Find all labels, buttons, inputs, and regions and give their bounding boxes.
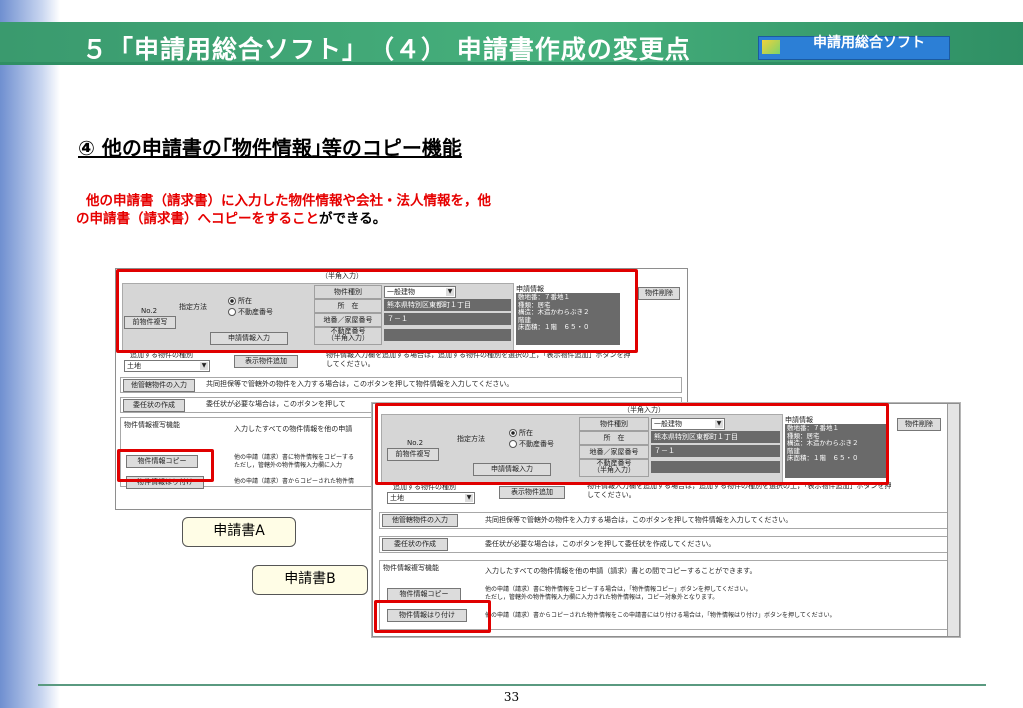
mandate-button[interactable]: 委任状の作成 (123, 399, 185, 412)
paste-help: 他の申請（請求）書からコピーされた物件情報をこの申請書にはり付ける場合は，「物件… (485, 612, 836, 619)
description-red-line2: の申請書（請求書）へコピーをすること (76, 211, 319, 227)
application-b-label: 申請書B (252, 565, 368, 595)
slide-title: ５「申請用総合ソフト」 （４） 申請書作成の変更点 (82, 35, 691, 64)
show-add-button[interactable]: 表示物件追加 (234, 355, 298, 368)
delete-property-button[interactable]: 物件削除 (638, 287, 680, 300)
other-help: 共同担保等で管轄外の物件を入力する場合は，このボタンを押して物件情報を入力してく… (206, 380, 514, 388)
copy-sub-line2: ただし，管轄外の物件情報入力欄に入力 (234, 462, 343, 469)
add-help-line2: してください。 (587, 491, 636, 499)
mandate-help: 委任状が必要な場合は，このボタンを押して委任状を作成してください。 (485, 540, 716, 548)
highlight-copy-button (117, 449, 214, 482)
mandate-button[interactable]: 委任状の作成 (382, 538, 448, 551)
other-help: 共同担保等で管轄外の物件を入力する場合は，このボタンを押して物件情報を入力してく… (485, 516, 793, 524)
footer-line (38, 684, 986, 686)
add-kind-select[interactable]: 土地 ▼ (387, 492, 475, 504)
copy-help: 入力したすべての物件情報を他の申請（請求）書との間でコピーすることができます。 (485, 567, 757, 575)
vertical-scrollbar[interactable] (947, 404, 959, 636)
description: 他の申請書（請求書）に入力した物件情報や会社・法人情報を，他 の申請書（請求書）… (76, 192, 616, 228)
add-kind-select[interactable]: 土地 ▼ (124, 360, 210, 372)
highlight-property-info-a (116, 269, 638, 353)
logo-mark-icon (762, 40, 780, 54)
highlight-property-info-b (375, 403, 889, 485)
copy-sub-line2: ただし，管轄外の物件情報入力欄に入力された物件情報は，コピー対象外となります。 (485, 594, 719, 601)
mandate-help: 委任状が必要な場合は，このボタンを押して (206, 400, 346, 408)
logo-badge: 申請用総合ソフト (758, 36, 950, 60)
chevron-down-icon: ▼ (465, 494, 473, 502)
description-line2: の申請書（請求書）へコピーをすることができる。 (76, 210, 616, 228)
description-tail: ができる。 (319, 211, 387, 227)
add-kind-value: 土地 (127, 362, 141, 370)
page-number: 33 (503, 690, 520, 704)
left-gradient-strip (0, 0, 60, 708)
other-jurisdiction-button[interactable]: 他管轄物件の入力 (123, 379, 195, 392)
delete-property-button[interactable]: 物件削除 (897, 418, 941, 431)
copy-section-label: 物件情報複写機能 (124, 421, 180, 429)
copy-section-label: 物件情報複写機能 (383, 564, 439, 572)
other-jurisdiction-button[interactable]: 他管轄物件の入力 (382, 514, 458, 527)
show-add-button[interactable]: 表示物件追加 (499, 486, 565, 499)
highlight-paste-button (374, 600, 491, 633)
paste-help: 他の申請（請求）書からコピーされた物件情 (234, 478, 355, 485)
application-a-label: 申請書A (182, 517, 296, 547)
add-help-line2: してください。 (326, 360, 375, 368)
add-kind-value: 土地 (390, 494, 404, 502)
chevron-down-icon: ▼ (200, 362, 208, 370)
description-red-line1: 他の申請書（請求書）に入力した物件情報や会社・法人情報を，他 (86, 193, 491, 209)
copy-help: 入力したすべての物件情報を他の申請 (234, 425, 353, 433)
section-heading: ④ 他の申請書の｢物件情報｣等のコピー機能 (78, 136, 462, 160)
logo-text: 申請用総合ソフト (813, 35, 925, 51)
